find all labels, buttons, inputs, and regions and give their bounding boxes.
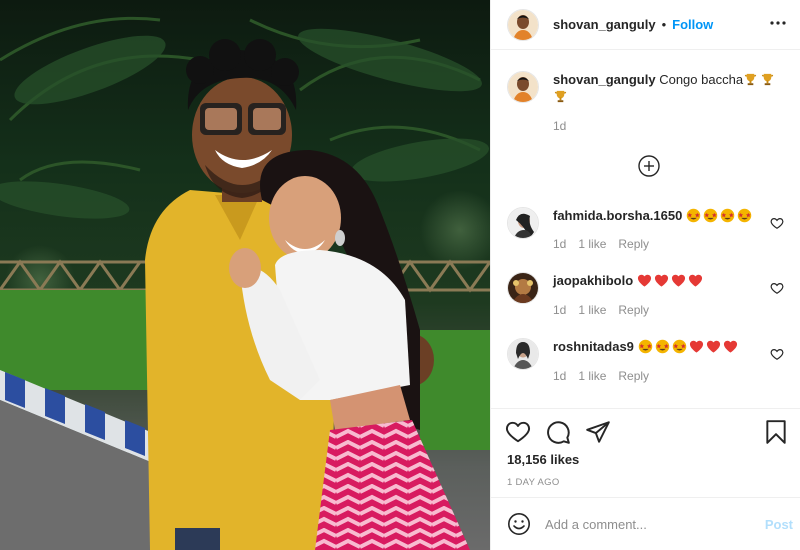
comment-time[interactable]: 1d <box>553 369 566 383</box>
likes-count[interactable]: 18,156 likes <box>507 452 579 467</box>
reply-button[interactable]: Reply <box>618 369 649 383</box>
star-struck-icon <box>703 208 718 223</box>
avatar-image <box>508 339 538 369</box>
caption-time[interactable]: 1d <box>553 119 566 133</box>
comment-username[interactable]: roshnitadas9 <box>553 339 634 354</box>
trophy-icon <box>744 73 757 86</box>
emoji-picker-icon[interactable] <box>507 512 531 536</box>
comment-text-block: roshnitadas9 <box>553 338 763 370</box>
reply-button[interactable]: Reply <box>618 303 649 317</box>
red-heart-icon <box>654 274 668 287</box>
comment-item: roshnitadas9 <box>507 338 787 370</box>
comment-text-block: jaopakhibolo <box>553 272 763 304</box>
avatar-image <box>508 273 538 303</box>
star-struck-icon <box>655 339 669 354</box>
photo-illustration <box>0 16 490 550</box>
star-struck-icon <box>672 339 686 354</box>
star-struck-icon <box>686 208 701 223</box>
share-icon[interactable] <box>585 419 611 445</box>
commenter-avatar[interactable] <box>507 338 539 370</box>
caption-avatar[interactable] <box>507 71 539 103</box>
comment-username[interactable]: fahmida.borsha.1650 <box>553 208 682 223</box>
commenter-avatar[interactable] <box>507 207 539 239</box>
comment-time[interactable]: 1d <box>553 303 566 317</box>
red-heart-icon <box>637 274 651 287</box>
comment-time[interactable]: 1d <box>553 237 566 251</box>
caption-meta: 1d <box>553 119 578 133</box>
trophy-icon <box>554 90 567 103</box>
comment-item: jaopakhibolo <box>507 272 787 304</box>
author-username[interactable]: shovan_ganguly <box>553 17 656 32</box>
star-struck-icon <box>720 208 735 223</box>
like-comment-heart-icon[interactable] <box>770 347 784 361</box>
star-struck-icon <box>638 339 652 354</box>
more-options-icon[interactable] <box>765 10 791 36</box>
reply-button[interactable]: Reply <box>618 237 649 251</box>
plus-circle-icon[interactable] <box>638 155 660 177</box>
post-photo[interactable] <box>0 0 490 550</box>
comment-icon[interactable] <box>545 419 571 445</box>
red-heart-icon <box>671 274 685 287</box>
comment-meta: 1d 1 like Reply <box>553 237 661 251</box>
comment-meta: 1d 1 like Reply <box>553 303 661 317</box>
comment-likes[interactable]: 1 like <box>578 369 606 383</box>
bookmark-icon[interactable] <box>763 419 789 445</box>
like-comment-heart-icon[interactable] <box>770 216 784 230</box>
avatar-image <box>508 72 538 102</box>
comment-item: fahmida.borsha.1650 <box>507 207 787 239</box>
star-struck-icon <box>737 208 752 223</box>
comment-text-block: fahmida.borsha.1650 <box>553 207 763 239</box>
comment-input[interactable] <box>545 516 745 532</box>
red-heart-icon <box>723 340 737 353</box>
heart-icon[interactable] <box>505 419 531 445</box>
post-header: shovan_ganguly • Follow <box>491 0 800 50</box>
caption-text: Congo baccha <box>659 72 744 87</box>
red-heart-icon <box>689 340 703 353</box>
comments-list: shovan_ganguly Congo baccha 1d fahmida.b… <box>491 51 800 408</box>
comment-meta: 1d 1 like Reply <box>553 369 661 383</box>
caption-text-block: shovan_ganguly Congo baccha <box>553 71 783 105</box>
instagram-post-view: shovan_ganguly • Follow shovan_ganguly C… <box>0 0 800 550</box>
comment-username[interactable]: jaopakhibolo <box>553 273 633 288</box>
action-bar: 18,156 likes 1 DAY AGO <box>491 408 800 498</box>
comment-likes[interactable]: 1 like <box>578 237 606 251</box>
avatar-image <box>508 208 538 238</box>
comment-likes[interactable]: 1 like <box>578 303 606 317</box>
caption: shovan_ganguly Congo baccha <box>507 71 787 105</box>
like-comment-heart-icon[interactable] <box>770 281 784 295</box>
red-heart-icon <box>706 340 720 353</box>
author-avatar[interactable] <box>507 8 539 41</box>
add-comment-bar: Post <box>491 497 800 550</box>
red-heart-icon <box>688 274 702 287</box>
post-time-ago[interactable]: 1 DAY AGO <box>507 477 560 488</box>
caption-username[interactable]: shovan_ganguly <box>553 72 656 87</box>
separator-dot: • <box>661 17 667 32</box>
post-details-panel: shovan_ganguly • Follow shovan_ganguly C… <box>490 0 800 550</box>
trophy-icon <box>761 73 774 86</box>
post-comment-button[interactable]: Post <box>765 517 793 532</box>
commenter-avatar[interactable] <box>507 272 539 304</box>
avatar-image <box>508 9 538 40</box>
follow-button[interactable]: Follow <box>672 17 713 32</box>
